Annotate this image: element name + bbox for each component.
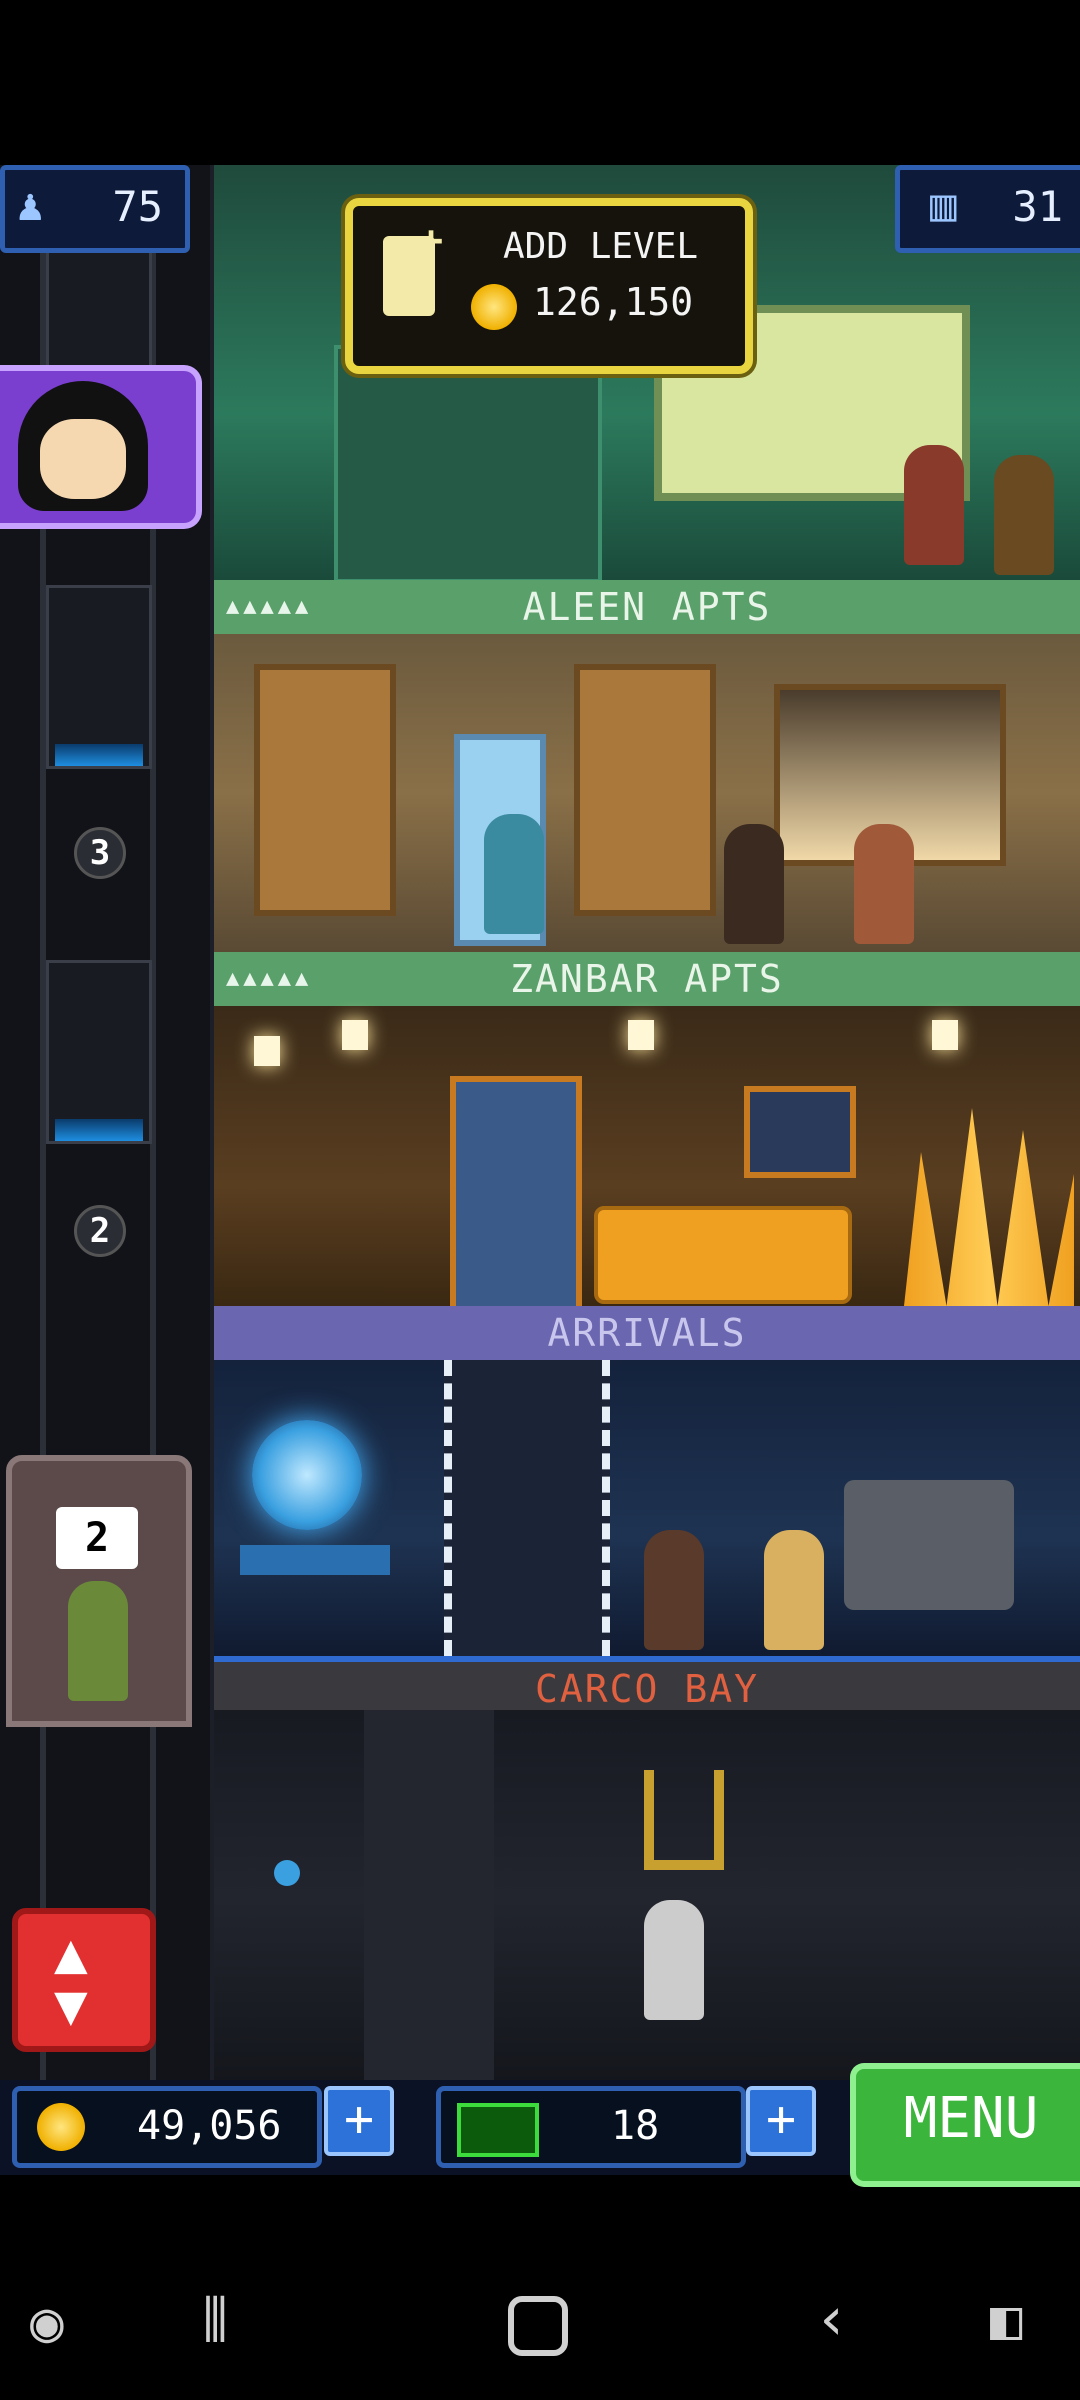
coin-icon <box>37 2103 85 2151</box>
crane-claw <box>644 1770 724 1870</box>
hologram-globe <box>252 1420 362 1530</box>
curtain-door <box>450 1076 582 1318</box>
resident-sprite[interactable] <box>994 455 1054 575</box>
sofa <box>594 1206 852 1304</box>
indicator-light <box>274 1860 300 1886</box>
population-value: 75 <box>112 182 163 231</box>
holo-base <box>240 1545 390 1575</box>
add-level-label: ADD LEVEL <box>503 226 699 267</box>
wall-panel <box>574 664 716 916</box>
resident-sprite[interactable] <box>724 824 784 944</box>
floor-room-zanbar-apts[interactable] <box>214 1006 1080 1318</box>
resident-pips: ▲▲▲▲▲ <box>226 966 313 991</box>
ceiling-lamp <box>932 1020 958 1050</box>
cargo-door <box>364 1710 494 2085</box>
plus-icon: + <box>343 2090 375 2148</box>
resident-sprite[interactable] <box>904 445 964 565</box>
ceiling-lamp <box>628 1020 654 1050</box>
coins-display: 49,056 <box>12 2086 322 2168</box>
decor-crystals <box>904 1108 1074 1306</box>
menu-button[interactable]: MENU <box>850 2063 1080 2187</box>
elevator-car[interactable]: 2 <box>6 1455 192 1727</box>
arrival-door <box>444 1360 610 1656</box>
recent-apps-icon[interactable]: ⦀ <box>202 2286 228 2356</box>
worker-sprite[interactable] <box>644 1900 704 2020</box>
coin-icon <box>471 284 517 330</box>
ceiling-lamp <box>342 1020 368 1050</box>
add-level-button[interactable]: + ADD LEVEL 126,150 <box>345 198 753 374</box>
shaft-floor-slot <box>46 585 152 769</box>
visitor-sprite[interactable] <box>644 1530 704 1650</box>
machine <box>844 1480 1014 1610</box>
coins-value: 49,056 <box>137 2103 282 2149</box>
floor-label-band: ▲▲▲▲▲ ALEEN APTS <box>214 580 1080 634</box>
avatar-hood <box>18 381 148 511</box>
floor-label-band: ARRIVALS <box>214 1306 1080 1360</box>
floor-name: ALEEN APTS <box>522 585 772 629</box>
resident-sprite[interactable] <box>854 824 914 944</box>
avatar-face <box>40 419 126 499</box>
screen-touch-icon[interactable]: ◧ <box>990 2288 1023 2351</box>
wall-picture <box>744 1086 856 1178</box>
ceiling-lamp <box>254 1036 280 1066</box>
floor-label-band: CARCO BAY <box>214 1656 1080 1716</box>
bux-display: 18 <box>436 2086 746 2168</box>
floor-name: ZANBAR APTS <box>510 957 784 1001</box>
up-down-arrows-icon: ▲ ▼ <box>54 1921 88 2038</box>
home-icon[interactable] <box>508 2296 568 2356</box>
resident-sprite[interactable] <box>484 814 544 934</box>
elevator-control-button[interactable]: ▲ ▼ <box>12 1908 156 2052</box>
system-navigation-bar: ◉ ⦀ ‹ ◧ <box>0 2250 1080 2400</box>
floor-room-aleen-apts[interactable] <box>214 634 1080 952</box>
buy-coins-button[interactable]: + <box>324 2086 394 2156</box>
vip-avatar-card[interactable] <box>0 365 202 529</box>
population-counter[interactable]: ♟ 75 <box>0 165 190 253</box>
floor-number-badge: 2 <box>74 1205 126 1257</box>
back-icon[interactable]: ‹ <box>814 2284 850 2354</box>
floor-name: CARCO BAY <box>535 1667 759 1711</box>
add-level-cost: 126,150 <box>533 280 694 324</box>
plus-icon: + <box>765 2090 797 2148</box>
door-panel <box>334 345 602 583</box>
resident-pips: ▲▲▲▲▲ <box>226 594 313 619</box>
visitor-sprite[interactable] <box>764 1530 824 1650</box>
passenger-sprite <box>68 1581 128 1701</box>
floor-number-badge: 3 <box>74 827 126 879</box>
floor-name: ARRIVALS <box>547 1311 747 1355</box>
shaft-floor-slot <box>46 960 152 1144</box>
wall-panel <box>254 664 396 916</box>
person-icon: ♟ <box>17 180 44 231</box>
game-launcher-icon[interactable]: ◉ <box>30 2290 64 2355</box>
floor-room-cargo-bay[interactable] <box>214 1710 1080 2085</box>
floor-room-arrivals[interactable] <box>214 1360 1080 1656</box>
floor-counter[interactable]: ▥ 31 <box>895 165 1080 253</box>
elevator-destination: 2 <box>56 1507 138 1569</box>
bux-icon <box>457 2103 539 2157</box>
bux-value: 18 <box>611 2103 660 2149</box>
building-icon: ▥ <box>930 180 957 231</box>
floor-label-band: ▲▲▲▲▲ ZANBAR APTS <box>214 952 1080 1006</box>
add-floor-icon: + <box>383 218 443 316</box>
floor-count-value: 31 <box>1012 182 1063 231</box>
buy-bux-button[interactable]: + <box>746 2086 816 2156</box>
